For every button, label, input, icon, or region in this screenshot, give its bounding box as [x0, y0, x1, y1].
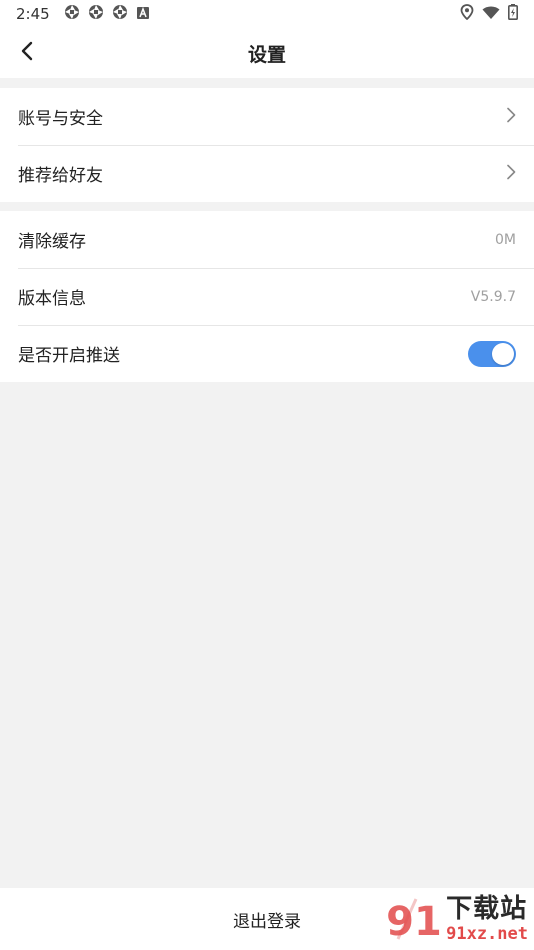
version-value: V5.9.7 [470, 288, 516, 305]
status-icons-left [64, 4, 150, 24]
version-info-row[interactable]: 版本信息 V5.9.7 [0, 268, 534, 325]
status-time: 2:45 [16, 5, 50, 23]
chevron-right-icon [506, 107, 516, 127]
row-right [468, 340, 516, 367]
clear-cache-row[interactable]: 清除缓存 0M [0, 211, 534, 268]
status-icons-right [460, 4, 518, 24]
row-right: 0M [495, 232, 516, 248]
row-label: 是否开启推送 [18, 346, 120, 366]
location-icon [460, 4, 474, 24]
row-right [506, 164, 516, 184]
app-bar: 设置 [0, 28, 534, 78]
row-right [506, 107, 516, 127]
row-right: V5.9.7 [471, 289, 516, 305]
logout-button[interactable]: 退出登录 [233, 907, 301, 932]
aperture-icon [64, 4, 80, 24]
account-security-row[interactable]: 账号与安全 [0, 88, 534, 145]
footer: 退出登录 [0, 888, 534, 950]
cache-size-value: 0M [495, 231, 516, 248]
recommend-friends-row[interactable]: 推荐给好友 [0, 145, 534, 202]
row-label: 推荐给好友 [18, 166, 103, 186]
aperture-icon [88, 4, 104, 24]
a-badge-icon [136, 5, 150, 24]
wifi-icon [482, 5, 500, 24]
aperture-icon [112, 4, 128, 24]
status-bar: 2:45 [0, 0, 534, 28]
row-label: 版本信息 [18, 289, 86, 309]
settings-group-account: 账号与安全 推荐给好友 [0, 88, 534, 202]
page-title: 设置 [247, 44, 286, 66]
chevron-right-icon [506, 164, 516, 184]
settings-group-app: 清除缓存 0M 版本信息 V5.9.7 是否开启推送 [0, 211, 534, 382]
row-label: 账号与安全 [18, 109, 103, 129]
row-label: 清除缓存 [18, 232, 86, 252]
push-toggle[interactable] [468, 340, 516, 367]
battery-icon [508, 4, 518, 24]
toggle-knob [492, 342, 514, 365]
push-notification-row: 是否开启推送 [0, 325, 534, 382]
